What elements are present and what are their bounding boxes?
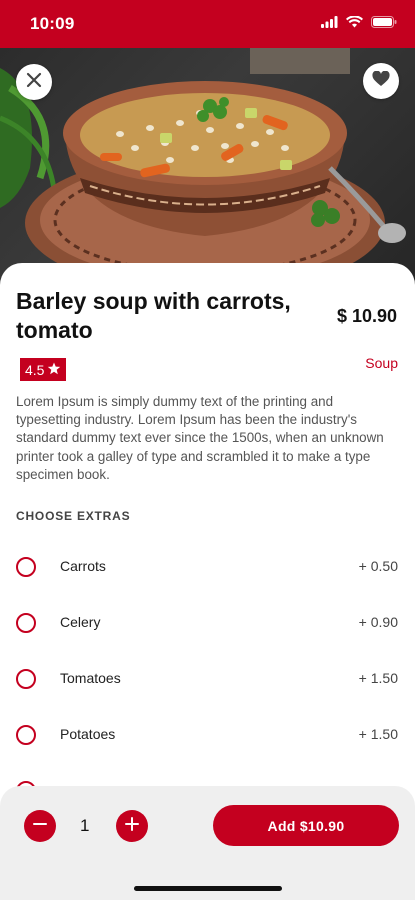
extra-name: Celery (60, 614, 101, 630)
extra-name: Potatoes (60, 726, 116, 742)
battery-icon (371, 15, 397, 33)
extra-option[interactable]: Potatoes + 1.50 (0, 715, 415, 755)
rating-badge: 4.5 (20, 358, 67, 381)
favorite-button[interactable] (363, 63, 399, 99)
extra-radio[interactable] (16, 725, 36, 745)
status-bar: 10:09 (0, 0, 415, 48)
extra-price: + 0.90 (358, 614, 398, 630)
product-price: $ 10.90 (336, 306, 397, 326)
heart-icon (372, 70, 390, 92)
signal-icon (321, 15, 338, 33)
close-button[interactable] (16, 64, 52, 100)
extra-price: + 0.50 (358, 558, 398, 574)
product-title: Barley soup with carrots, tomato (16, 288, 291, 343)
bottom-action-bar: 1 Add $10.90 (0, 786, 415, 900)
home-indicator[interactable] (134, 886, 282, 891)
status-icons (321, 15, 397, 33)
status-time: 10:09 (30, 14, 75, 33)
extra-name: Carrots (60, 558, 106, 574)
category-link[interactable]: Soup (365, 355, 398, 371)
rating-value: 4.5 (25, 361, 45, 378)
extra-price: + 1.50 (358, 670, 398, 686)
food-image (0, 48, 415, 288)
plus-icon (125, 816, 139, 836)
quantity-value: 1 (80, 816, 90, 835)
extra-option[interactable]: Tomatoes + 1.50 (0, 659, 415, 699)
decrease-quantity-button[interactable] (24, 810, 56, 842)
extra-radio[interactable] (16, 557, 36, 577)
star-icon (47, 362, 61, 378)
close-icon (26, 72, 42, 93)
extra-option[interactable]: Celery + 0.90 (0, 603, 415, 643)
add-to-cart-button[interactable]: Add $10.90 (213, 805, 399, 846)
extra-option[interactable]: Carrots + 0.50 (0, 547, 415, 587)
product-description: Lorem Ipsum is simply dummy text of the … (16, 394, 384, 482)
minus-icon (33, 817, 47, 836)
extras-heading: CHOOSE EXTRAS (16, 509, 131, 523)
increase-quantity-button[interactable] (116, 810, 148, 842)
extra-name: Tomatoes (60, 670, 121, 686)
wifi-icon (346, 15, 363, 33)
extra-price: + 1.50 (358, 726, 398, 742)
extra-radio[interactable] (16, 669, 36, 689)
extra-radio[interactable] (16, 613, 36, 633)
